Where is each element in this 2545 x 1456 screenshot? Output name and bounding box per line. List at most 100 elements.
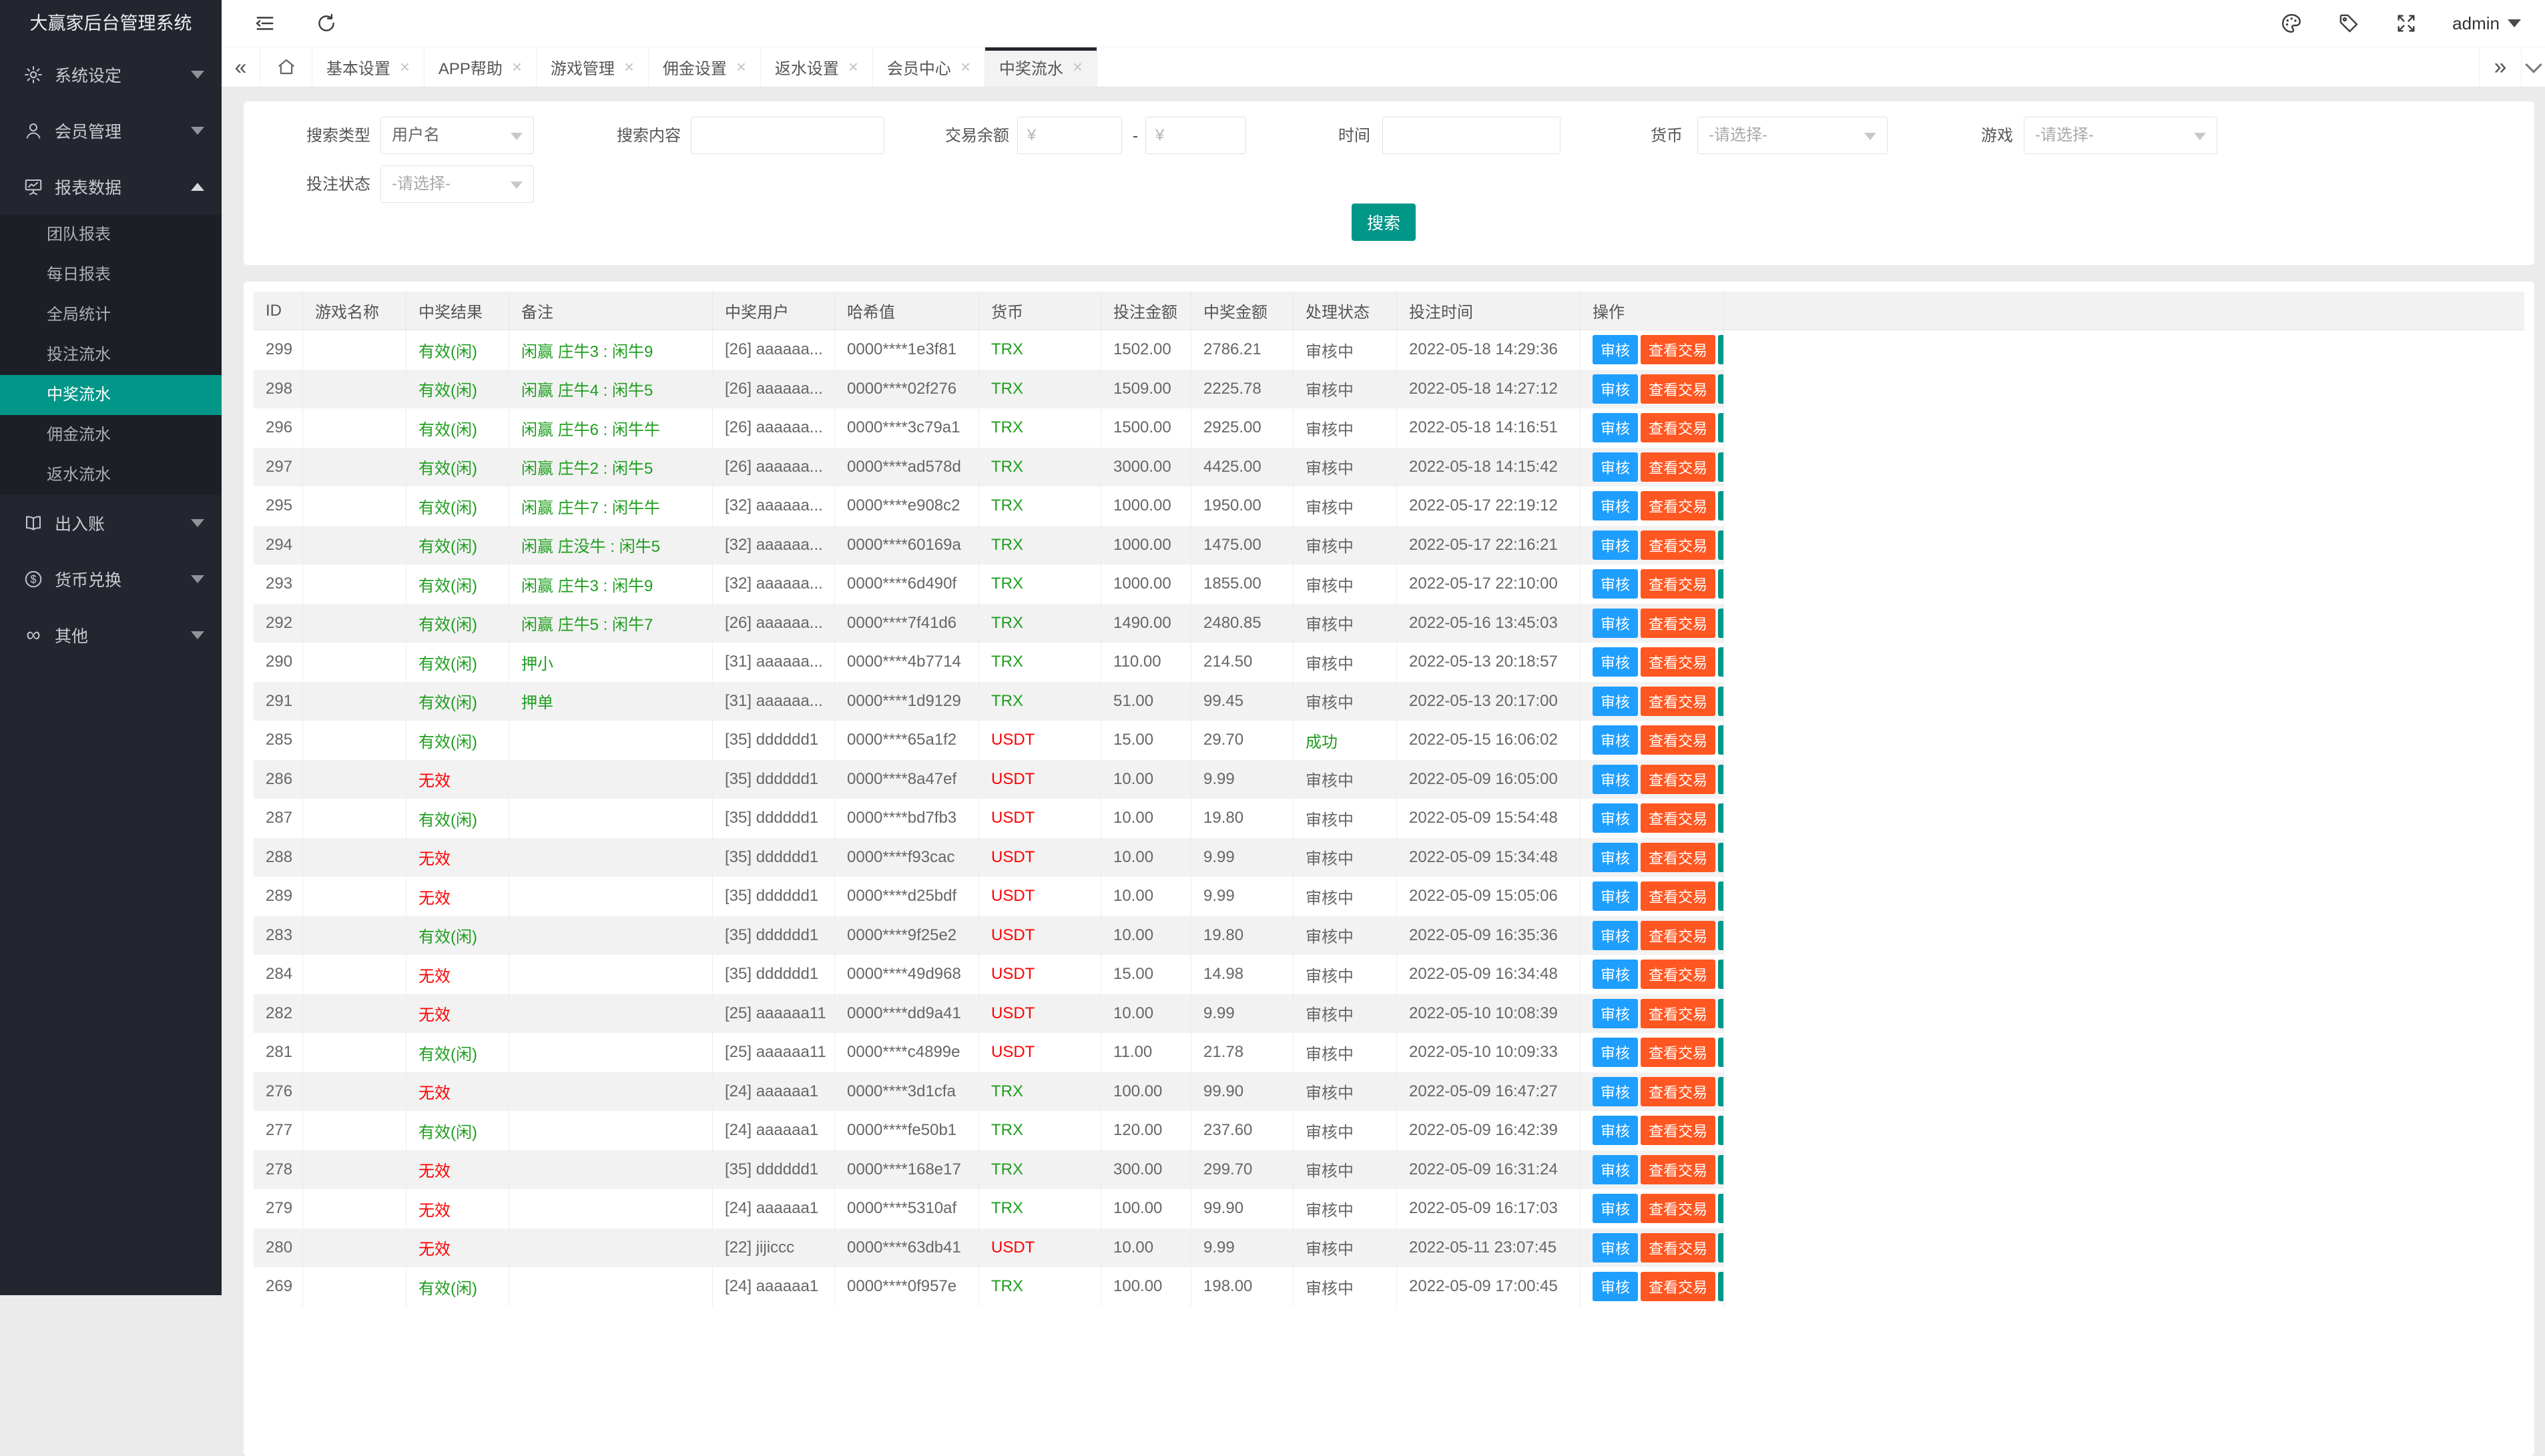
detail-button[interactable]: 详情 xyxy=(1718,881,1724,911)
sidebar-item-出入账[interactable]: 出入账 xyxy=(0,495,222,551)
view-transaction-button[interactable]: 查看交易 xyxy=(1641,1272,1715,1301)
detail-button[interactable]: 详情 xyxy=(1718,609,1724,638)
detail-button[interactable]: 详情 xyxy=(1718,413,1724,442)
sidebar-subitem-每日报表[interactable]: 每日报表 xyxy=(0,255,222,295)
audit-button[interactable]: 审核 xyxy=(1593,803,1638,833)
tab-close-icon[interactable]: × xyxy=(960,58,970,75)
refresh-icon[interactable] xyxy=(315,12,338,35)
tab-close-icon[interactable]: × xyxy=(848,58,858,75)
view-transaction-button[interactable]: 查看交易 xyxy=(1641,491,1715,520)
detail-button[interactable]: 详情 xyxy=(1718,335,1724,364)
view-transaction-button[interactable]: 查看交易 xyxy=(1641,647,1715,677)
time-input[interactable] xyxy=(1382,117,1561,154)
detail-button[interactable]: 详情 xyxy=(1718,1116,1724,1145)
sidebar-subitem-佣金流水[interactable]: 佣金流水 xyxy=(0,415,222,455)
audit-button[interactable]: 审核 xyxy=(1593,921,1638,950)
sidebar-item-报表数据[interactable]: 报表数据 xyxy=(0,159,222,215)
detail-button[interactable]: 详情 xyxy=(1718,452,1724,482)
detail-button[interactable]: 详情 xyxy=(1718,1038,1724,1067)
audit-button[interactable]: 审核 xyxy=(1593,609,1638,638)
audit-button[interactable]: 审核 xyxy=(1593,1194,1638,1223)
palette-icon[interactable] xyxy=(2280,12,2303,35)
tab-close-icon[interactable]: × xyxy=(624,58,634,75)
view-transaction-button[interactable]: 查看交易 xyxy=(1641,335,1715,364)
home-tab[interactable] xyxy=(260,47,312,87)
sidebar-item-其他[interactable]: ∞其他 xyxy=(0,607,222,663)
currency-select[interactable]: -请选择- xyxy=(1697,117,1888,154)
view-transaction-button[interactable]: 查看交易 xyxy=(1641,1155,1715,1184)
detail-button[interactable]: 详情 xyxy=(1718,374,1724,404)
tab-佣金设置[interactable]: 佣金设置× xyxy=(649,47,761,87)
tab-close-icon[interactable]: × xyxy=(1073,58,1083,75)
sidebar-item-会员管理[interactable]: 会员管理 xyxy=(0,103,222,159)
tabs-scroll-right-button[interactable]: » xyxy=(2479,47,2521,87)
view-transaction-button[interactable]: 查看交易 xyxy=(1641,452,1715,482)
detail-button[interactable]: 详情 xyxy=(1718,530,1724,560)
view-transaction-button[interactable]: 查看交易 xyxy=(1641,413,1715,442)
audit-button[interactable]: 审核 xyxy=(1593,647,1638,677)
detail-button[interactable]: 详情 xyxy=(1718,765,1724,794)
audit-button[interactable]: 审核 xyxy=(1593,725,1638,755)
sidebar-subitem-返水流水[interactable]: 返水流水 xyxy=(0,455,222,495)
view-transaction-button[interactable]: 查看交易 xyxy=(1641,1194,1715,1223)
audit-button[interactable]: 审核 xyxy=(1593,335,1638,364)
user-menu[interactable]: admin xyxy=(2452,13,2521,34)
sidebar-item-货币兑换[interactable]: $货币兑换 xyxy=(0,551,222,607)
tab-APP帮助[interactable]: APP帮助× xyxy=(425,47,537,87)
detail-button[interactable]: 详情 xyxy=(1718,1194,1724,1223)
sidebar-subitem-中奖流水[interactable]: 中奖流水 xyxy=(0,375,222,415)
view-transaction-button[interactable]: 查看交易 xyxy=(1641,999,1715,1028)
view-transaction-button[interactable]: 查看交易 xyxy=(1641,1077,1715,1106)
view-transaction-button[interactable]: 查看交易 xyxy=(1641,569,1715,599)
tag-icon[interactable] xyxy=(2337,12,2360,35)
tab-中奖流水[interactable]: 中奖流水× xyxy=(985,47,1097,87)
view-transaction-button[interactable]: 查看交易 xyxy=(1641,843,1715,872)
view-transaction-button[interactable]: 查看交易 xyxy=(1641,530,1715,560)
audit-button[interactable]: 审核 xyxy=(1593,687,1638,716)
fullscreen-icon[interactable] xyxy=(2395,12,2418,35)
tab-返水设置[interactable]: 返水设置× xyxy=(761,47,873,87)
detail-button[interactable]: 详情 xyxy=(1718,921,1724,950)
game-select[interactable]: -请选择- xyxy=(2024,117,2217,154)
detail-button[interactable]: 详情 xyxy=(1718,725,1724,755)
sidebar-subitem-全局统计[interactable]: 全局统计 xyxy=(0,295,222,335)
tab-基本设置[interactable]: 基本设置× xyxy=(312,47,425,87)
tab-游戏管理[interactable]: 游戏管理× xyxy=(537,47,649,87)
detail-button[interactable]: 详情 xyxy=(1718,647,1724,677)
view-transaction-button[interactable]: 查看交易 xyxy=(1641,881,1715,911)
view-transaction-button[interactable]: 查看交易 xyxy=(1641,609,1715,638)
view-transaction-button[interactable]: 查看交易 xyxy=(1641,921,1715,950)
balance-min-input[interactable] xyxy=(1017,117,1122,154)
sidebar-subitem-投注流水[interactable]: 投注流水 xyxy=(0,335,222,375)
audit-button[interactable]: 审核 xyxy=(1593,999,1638,1028)
tab-close-icon[interactable]: × xyxy=(512,58,522,75)
audit-button[interactable]: 审核 xyxy=(1593,413,1638,442)
audit-button[interactable]: 审核 xyxy=(1593,452,1638,482)
tabs-scroll-left-button[interactable]: « xyxy=(222,47,260,87)
audit-button[interactable]: 审核 xyxy=(1593,374,1638,404)
audit-button[interactable]: 审核 xyxy=(1593,765,1638,794)
audit-button[interactable]: 审核 xyxy=(1593,1272,1638,1301)
detail-button[interactable]: 详情 xyxy=(1718,1272,1724,1301)
detail-button[interactable]: 详情 xyxy=(1718,1233,1724,1262)
search-button[interactable]: 搜索 xyxy=(1352,204,1416,241)
tab-close-icon[interactable]: × xyxy=(736,58,746,75)
view-transaction-button[interactable]: 查看交易 xyxy=(1641,374,1715,404)
view-transaction-button[interactable]: 查看交易 xyxy=(1641,960,1715,989)
view-transaction-button[interactable]: 查看交易 xyxy=(1641,803,1715,833)
audit-button[interactable]: 审核 xyxy=(1593,843,1638,872)
view-transaction-button[interactable]: 查看交易 xyxy=(1641,725,1715,755)
view-transaction-button[interactable]: 查看交易 xyxy=(1641,1233,1715,1262)
audit-button[interactable]: 审核 xyxy=(1593,1077,1638,1106)
tab-close-icon[interactable]: × xyxy=(400,58,410,75)
audit-button[interactable]: 审核 xyxy=(1593,960,1638,989)
detail-button[interactable]: 详情 xyxy=(1718,491,1724,520)
view-transaction-button[interactable]: 查看交易 xyxy=(1641,1038,1715,1067)
detail-button[interactable]: 详情 xyxy=(1718,843,1724,872)
bet-status-select[interactable]: -请选择- xyxy=(380,165,534,203)
audit-button[interactable]: 审核 xyxy=(1593,530,1638,560)
search-content-input[interactable] xyxy=(691,117,884,154)
audit-button[interactable]: 审核 xyxy=(1593,1155,1638,1184)
menu-collapse-icon[interactable] xyxy=(254,12,276,35)
audit-button[interactable]: 审核 xyxy=(1593,569,1638,599)
